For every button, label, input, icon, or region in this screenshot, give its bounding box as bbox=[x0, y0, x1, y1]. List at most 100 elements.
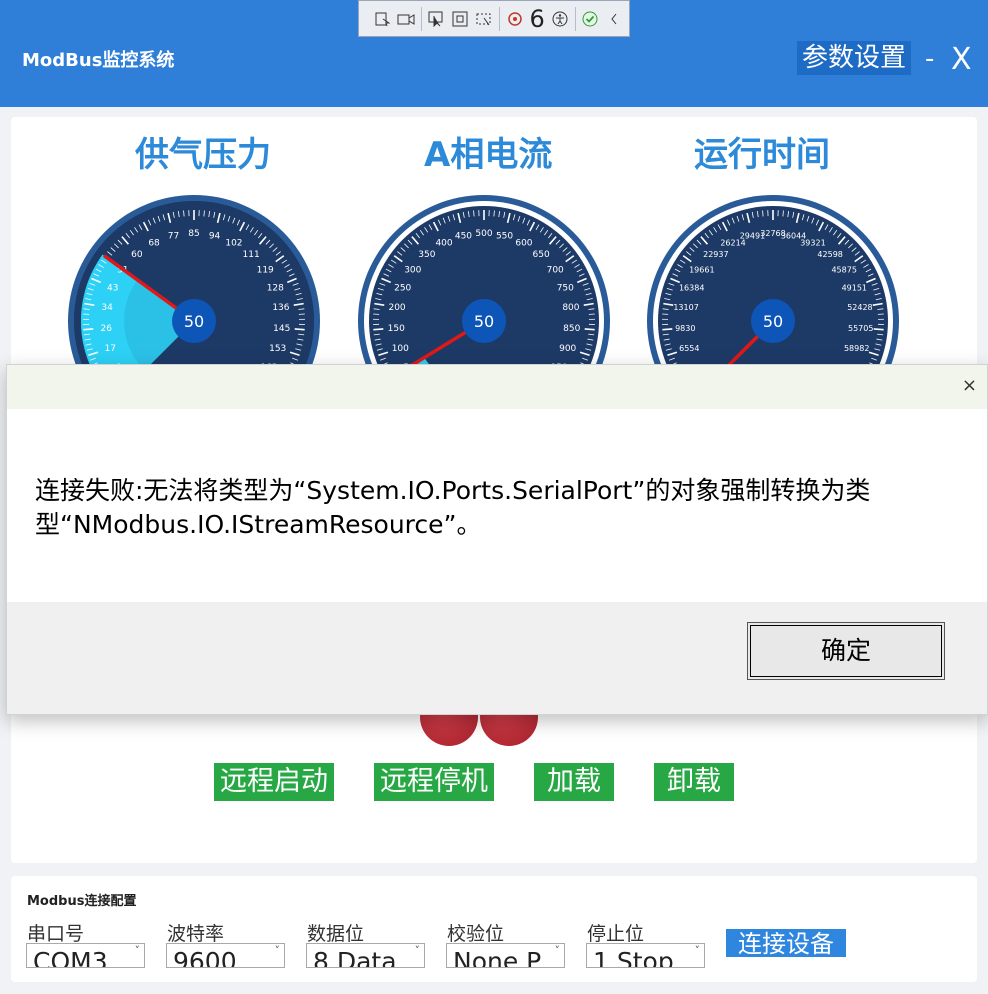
ok-button[interactable]: 确定 bbox=[747, 622, 945, 680]
gauge-tick-label: 700 bbox=[547, 265, 564, 275]
chevron-down-icon: ˅ bbox=[694, 944, 701, 957]
toolbar-separator bbox=[498, 6, 500, 31]
gauge-tick-label: 145 bbox=[273, 324, 290, 334]
gauge-tick-label: 153 bbox=[269, 344, 286, 354]
toolbar-separator bbox=[574, 6, 576, 31]
gauge-tick-label: 128 bbox=[267, 283, 284, 293]
gauge-minor-tick bbox=[782, 210, 784, 217]
toolbar-separator bbox=[420, 6, 422, 31]
dialog-header bbox=[7, 365, 987, 409]
gauge-title-run-time: 运行时间 bbox=[694, 135, 830, 175]
gauge-tick-label: 150 bbox=[388, 324, 405, 334]
baud-select[interactable]: 9600 ˅ bbox=[166, 943, 285, 968]
chevron-down-icon: ˅ bbox=[274, 944, 281, 957]
gauge-tick-label: 45875 bbox=[831, 265, 856, 274]
remote-stop-button[interactable]: 远程停机 bbox=[374, 763, 494, 801]
parity-select[interactable]: None P ˅ bbox=[446, 943, 565, 968]
dialog-close-icon[interactable]: × bbox=[962, 375, 977, 396]
gauge-tick-label: 250 bbox=[394, 283, 411, 293]
baud-value: 9600 bbox=[173, 947, 237, 968]
accessibility-icon[interactable] bbox=[551, 9, 569, 28]
param-settings-button[interactable]: 参数设置 bbox=[797, 41, 912, 75]
baud-label: 波特率 bbox=[167, 923, 225, 945]
connect-device-button[interactable]: 连接设备 bbox=[726, 929, 846, 958]
gauge-major-tick bbox=[873, 328, 884, 331]
parity-value: None P bbox=[453, 947, 542, 968]
stopbits-select[interactable]: 1 Stop ˅ bbox=[586, 943, 705, 968]
databits-select[interactable]: 8 Data ˅ bbox=[306, 943, 425, 968]
gauge-major-tick bbox=[294, 328, 305, 331]
record-icon[interactable] bbox=[397, 9, 415, 28]
port-select[interactable]: COM3 ˅ bbox=[26, 943, 145, 968]
hot-reload-icon[interactable] bbox=[506, 9, 524, 28]
dialog-message: 连接失败:无法将类型为“System.IO.Ports.SerialPort”的… bbox=[35, 476, 871, 539]
stopbits-label: 停止位 bbox=[587, 923, 645, 945]
config-title: Modbus连接配置 bbox=[27, 894, 137, 909]
gauge-tick-label: 450 bbox=[455, 231, 472, 241]
gauge-major-tick bbox=[83, 328, 94, 331]
gauge-tick-label: 17 bbox=[105, 344, 116, 354]
gauge-tick-label: 68 bbox=[148, 239, 160, 249]
app-title: ModBus监控系统 bbox=[22, 50, 175, 71]
gauge-major-tick bbox=[584, 328, 595, 331]
stopbits-value: 1 Stop bbox=[593, 947, 674, 968]
gauge-tick-label: 42598 bbox=[817, 250, 842, 259]
gauge-tick-label: 9830 bbox=[675, 324, 695, 333]
gauge-tick-label: 6554 bbox=[679, 344, 699, 353]
hot-reload-count: 6 bbox=[529, 4, 545, 33]
track-focus-icon[interactable] bbox=[475, 9, 493, 28]
close-button[interactable]: X bbox=[951, 42, 972, 77]
gauge-title-phase-a-current: A相电流 bbox=[424, 135, 553, 175]
gauge-minor-tick bbox=[493, 210, 495, 217]
gauge-tick-label: 600 bbox=[515, 239, 532, 249]
databits-value: 8 Data bbox=[313, 947, 397, 968]
gauge-tick-label: 94 bbox=[209, 231, 221, 241]
gauge-value: 50 bbox=[184, 312, 204, 331]
gauge-tick-label: 60 bbox=[131, 250, 143, 260]
gauge-tick-label: 49151 bbox=[842, 283, 867, 292]
gauge-tick-label: 500 bbox=[475, 229, 492, 239]
gauge-tick-label: 26 bbox=[101, 324, 113, 334]
unload-button[interactable]: 卸载 bbox=[654, 763, 734, 801]
parity-label: 校验位 bbox=[447, 923, 505, 945]
chevron-down-icon: ˅ bbox=[134, 944, 141, 957]
gauge-tick-label: 800 bbox=[562, 303, 579, 313]
gauge-tick-label: 43 bbox=[107, 283, 118, 293]
frame-icon[interactable] bbox=[451, 9, 469, 28]
gauge-tick-label: 58982 bbox=[844, 344, 869, 353]
gauge-tick-label: 850 bbox=[563, 324, 580, 334]
debug-toolbar: 6 bbox=[358, 0, 630, 37]
minimize-button[interactable]: - bbox=[925, 44, 934, 74]
gauge-minor-tick bbox=[762, 210, 764, 217]
gauge-tick-label: 200 bbox=[388, 303, 405, 313]
gauge-title-supply-pressure: 供气压力 bbox=[135, 135, 271, 175]
gauge-tick-label: 85 bbox=[188, 229, 199, 239]
gauge-minor-tick bbox=[203, 210, 205, 217]
gauge-tick-label: 16384 bbox=[679, 283, 704, 292]
gauge-tick-label: 750 bbox=[557, 283, 574, 293]
gauge-tick-label: 39321 bbox=[800, 239, 825, 248]
port-value: COM3 bbox=[33, 947, 108, 968]
gauge-tick-label: 136 bbox=[272, 303, 289, 313]
gauge-major-tick bbox=[373, 328, 384, 331]
load-button[interactable]: 加载 bbox=[534, 763, 614, 801]
gauge-tick-label: 400 bbox=[435, 239, 452, 249]
gauge-tick-label: 111 bbox=[243, 250, 260, 260]
gauge-tick-label: 19661 bbox=[689, 265, 714, 274]
select-element-icon[interactable] bbox=[373, 9, 391, 28]
remote-start-button[interactable]: 远程启动 bbox=[214, 763, 334, 801]
pointer-icon[interactable] bbox=[428, 9, 446, 28]
gauge-tick-label: 52428 bbox=[847, 303, 872, 312]
gauge-value: 50 bbox=[474, 312, 494, 331]
gauge-tick-label: 900 bbox=[559, 344, 576, 354]
gauge-tick-label: 350 bbox=[418, 250, 435, 260]
gauge-minor-tick bbox=[183, 210, 185, 217]
gauge-tick-label: 102 bbox=[225, 239, 242, 249]
gauge-tick-label: 55705 bbox=[848, 324, 873, 333]
port-label: 串口号 bbox=[27, 923, 85, 945]
check-icon[interactable] bbox=[581, 9, 599, 28]
error-dialog: × 连接失败:无法将类型为“System.IO.Ports.SerialPort… bbox=[6, 364, 988, 715]
collapse-icon[interactable] bbox=[605, 9, 623, 28]
chevron-down-icon: ˅ bbox=[554, 944, 561, 957]
gauge-tick-label: 300 bbox=[404, 265, 421, 275]
